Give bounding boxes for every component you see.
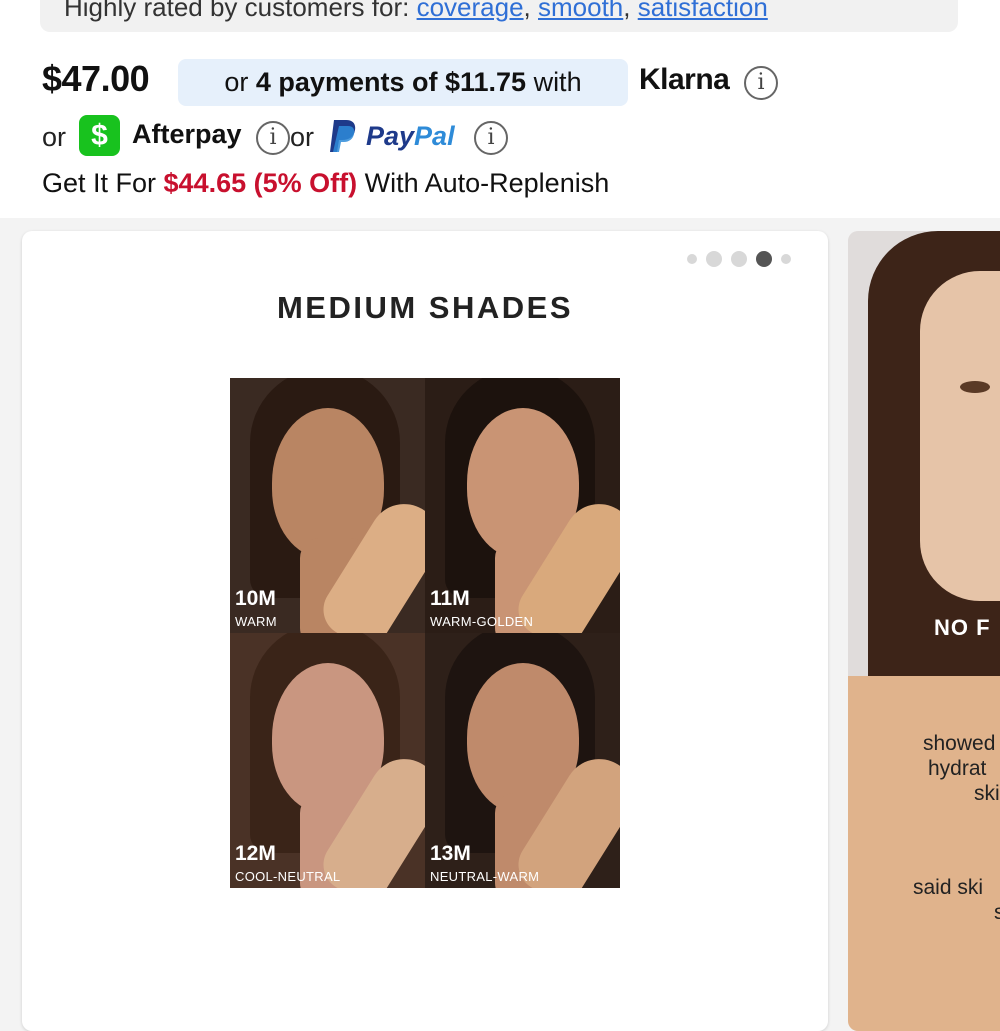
paypal-icon — [330, 120, 356, 152]
afterpay-info-icon[interactable]: i — [256, 121, 290, 155]
paypal-info-icon[interactable]: i — [474, 121, 508, 155]
shade-tile: 12M COOL-NEUTRAL — [230, 633, 425, 888]
auto-replenish-offer: Get It For $44.65 (5% Off) With Auto-Rep… — [42, 168, 610, 198]
shade-undertone: WARM-GOLDEN — [430, 614, 534, 629]
carousel-dot[interactable] — [756, 251, 772, 267]
model-photo: NO F — [848, 231, 1000, 676]
shade-grid-image: 10M WARM 11M WARM-GOLDEN 12M COOL-NEUTRAL 13M N… — [230, 378, 620, 888]
stat-text: ski — [974, 782, 1000, 805]
stat-text: said ski — [913, 876, 984, 899]
rated-for-text: Highly rated by customers for: coverage,… — [64, 0, 768, 23]
rated-for-banner: Highly rated by customers for: coverage,… — [40, 0, 958, 32]
next-card-label: NO F — [934, 615, 991, 640]
stat-text: hydrat — [928, 757, 987, 780]
shade-tile: 11M WARM-GOLDEN — [425, 378, 620, 633]
or-text: or — [290, 122, 315, 152]
rated-link-coverage[interactable]: coverage — [417, 0, 524, 22]
klarna-installments-pill[interactable]: or 4 payments of $11.75 with — [178, 59, 628, 106]
shade-code: 13M — [430, 842, 471, 865]
shade-code: 11M — [430, 587, 470, 610]
afterpay-label: Afterpay — [132, 119, 242, 149]
shade-tile: 10M WARM — [230, 378, 425, 633]
product-price: $47.00 — [42, 58, 150, 99]
paypal-logo: PayPal — [366, 121, 455, 151]
next-carousel-card[interactable]: NO F showed hydrat ski said ski s — [848, 231, 1000, 1031]
shade-undertone: NEUTRAL-WARM — [430, 869, 540, 884]
rated-link-satisfaction[interactable]: satisfaction — [638, 0, 768, 22]
klarna-info-icon[interactable]: i — [744, 66, 778, 100]
cashapp-icon: $ — [79, 115, 120, 156]
shade-undertone: COOL-NEUTRAL — [235, 869, 341, 884]
carousel-pagination[interactable] — [687, 251, 791, 267]
carousel-dot[interactable] — [781, 254, 791, 264]
stat-text: s — [994, 901, 1000, 924]
shades-title: MEDIUM SHADES — [276, 290, 573, 325]
shade-code: 12M — [235, 842, 276, 865]
next-card-stats-panel: showed hydrat ski said ski s — [848, 676, 1000, 1031]
shade-tile: 13M NEUTRAL-WARM — [425, 633, 620, 888]
shade-code: 10M — [235, 587, 276, 610]
model-face — [920, 271, 1000, 601]
or-text: or — [42, 122, 67, 152]
rated-link-smooth[interactable]: smooth — [538, 0, 623, 22]
model-eye — [960, 381, 990, 393]
carousel-dot[interactable] — [731, 251, 747, 267]
shade-undertone: WARM — [235, 614, 277, 629]
carousel-dot[interactable] — [706, 251, 722, 267]
stat-text: showed — [923, 732, 996, 755]
product-price-section: Highly rated by customers for: coverage,… — [0, 0, 1000, 218]
carousel-dot[interactable] — [687, 254, 697, 264]
klarna-logo: Klarna — [639, 63, 730, 96]
